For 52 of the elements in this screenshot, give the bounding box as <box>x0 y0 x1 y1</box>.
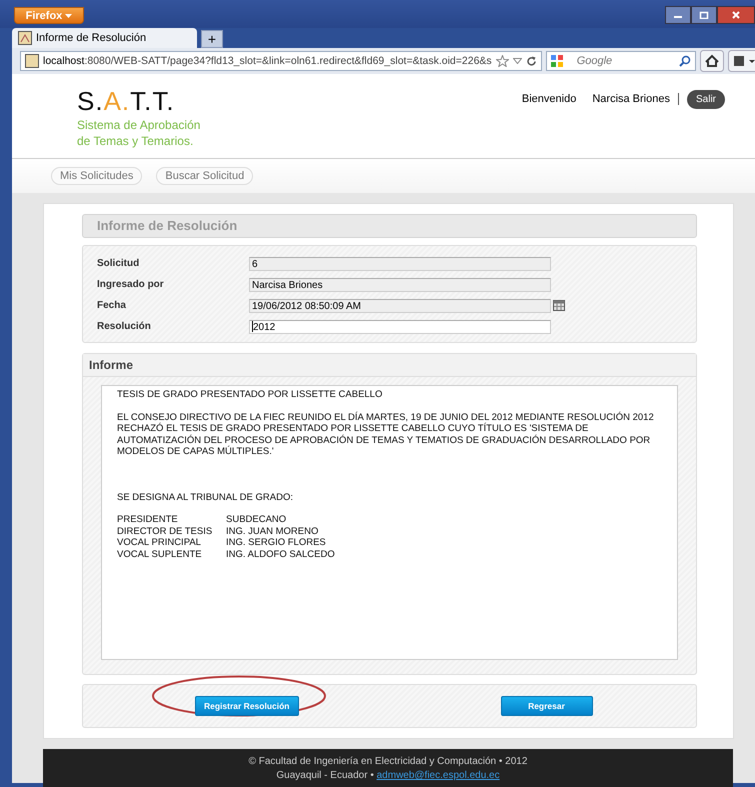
caret-icon <box>65 14 72 18</box>
tribunal-role: PRESIDENTE <box>117 514 179 526</box>
panel-title: Informe <box>83 354 696 377</box>
calendar-icon[interactable] <box>553 300 565 311</box>
tribunal-role: DIRECTOR DE TESIS <box>117 526 214 537</box>
report-heading: TESIS DE GRADO PRESENTADO POR LISSETTE CABELLO <box>117 389 384 400</box>
url-text: localhost:8080/WEB-SATT/page34?fld13_slot=&link=oln61.redirect&fld69_slot=&task.oid=226&s <box>43 55 492 67</box>
reload-icon[interactable] <box>526 56 537 66</box>
tribunal-role: VOCAL SUPLENTE <box>117 548 203 560</box>
input-field[interactable]: 19/06/2012 08:50:09 AM <box>249 298 551 312</box>
field-label: Resolución <box>97 321 152 332</box>
footer-location: Guayaquil - Ecuador • <box>276 770 374 781</box>
report-designation: SE DESIGNA AL TRIBUNAL DE GRADO: <box>117 492 294 503</box>
logo-text: S.A.T.T. <box>77 88 176 114</box>
browser-tab[interactable]: Informe de Resolución <box>12 28 197 48</box>
tribunal-role: VOCAL PRINCIPAL <box>117 537 202 548</box>
maximize-icon[interactable] <box>691 6 717 24</box>
field-label: Fecha <box>97 300 127 311</box>
dropdown-icon[interactable] <box>512 58 522 64</box>
close-icon[interactable] <box>717 6 755 24</box>
nav-button[interactable]: Buscar Solicitud <box>156 167 254 185</box>
tribunal-member: SUBDECANO <box>226 514 288 526</box>
search-icon[interactable] <box>678 55 691 67</box>
nav-button[interactable]: Mis Solicitudes <box>51 167 142 185</box>
input-field[interactable]: Narcisa Briones <box>249 278 551 292</box>
address-bar[interactable]: localhost:8080/WEB-SATT/page34?fld13_slot=&link=oln61.redirect&fld69_slot=&task.oid=226&s <box>20 51 542 71</box>
home-icon[interactable] <box>700 50 724 72</box>
logout-button[interactable]: Salir <box>686 90 725 108</box>
input-field[interactable]: 6 <box>249 256 551 270</box>
input-field[interactable]: 2012 <box>249 320 551 334</box>
tribunal-member: ING. JUAN MORENO <box>226 526 320 537</box>
email-link[interactable]: admweb@fiec.espol.edu.ec <box>376 770 500 781</box>
page-icon <box>18 31 32 45</box>
minimize-icon[interactable] <box>665 6 691 24</box>
new-tab-button[interactable]: + <box>201 30 223 48</box>
welcome-text: Bienvenido <box>522 93 576 105</box>
form-title: Informe de Resolución <box>82 214 697 238</box>
tribunal-member: ING. ALDOFO SALCEDO <box>226 548 336 560</box>
field-label: Ingresado por <box>97 279 165 290</box>
footer-text: © Facultad de Ingeniería en Electricidad y Computación • 2012 <box>248 756 528 767</box>
page-icon <box>25 54 39 68</box>
bookmarks-icon[interactable] <box>728 50 755 72</box>
search-field[interactable]: Google <box>546 51 696 71</box>
tribunal-member: ING. SERGIO FLORES <box>226 537 327 548</box>
text-area[interactable] <box>101 385 678 660</box>
tab-title: Informe de Resolución <box>36 32 146 44</box>
star-icon[interactable] <box>496 55 509 67</box>
search-engine-icon[interactable] <box>550 54 564 68</box>
logo-subtitle: Sistema de Aprobación de Temas y Temarios. <box>77 117 200 149</box>
report-paragraph: EL CONSEJO DIRECTIVO DE LA FIEC REUNIDO EL DÍA MARTES, 19 DE JUNIO DEL 2012 MEDIANTE RESOLUCIÓN 2012 RECHAZÓ EL TESIS DE GRADO PRESENTADO POR LISSETTE CABELLO CUYO TÍTULO ES 'SISTEMA DE AUTOMATIZACIÓN DEL PROCESO DE APROBACIÓN DE TEMAS Y TEMATIOS DE GRADUACIÓN DESARROLLADO POR MODELOS DE CAPAS MÚLTIPLES.' <box>117 412 655 458</box>
user-name: Narcisa Briones <box>592 93 679 105</box>
field-label: Solicitud <box>97 258 140 269</box>
